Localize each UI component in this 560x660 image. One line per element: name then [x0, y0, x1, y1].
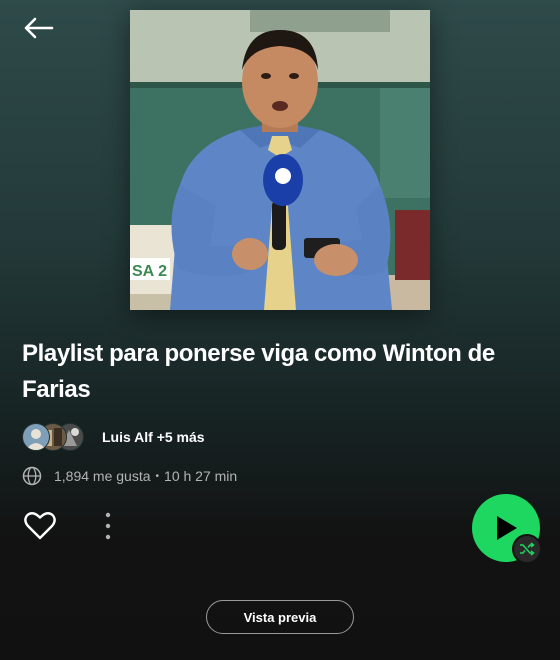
avatar [22, 423, 50, 451]
preview-button[interactable]: Vista previa [206, 600, 354, 634]
globe-icon [22, 466, 42, 486]
owners-label[interactable]: Luis Alf +5 más [102, 429, 205, 445]
more-options-icon [105, 512, 111, 540]
shuffle-button[interactable] [512, 534, 542, 564]
like-button[interactable] [22, 508, 58, 544]
playlist-owners[interactable]: Luis Alf +5 más [22, 422, 205, 452]
heart-icon [24, 512, 56, 540]
likes-count: 1,894 me gusta [54, 468, 151, 484]
playlist-duration: 10 h 27 min [164, 468, 238, 484]
more-options-button[interactable] [96, 508, 120, 544]
owner-avatars [22, 423, 92, 451]
shuffle-icon [520, 542, 535, 556]
playlist-cover-image: SA 2 [130, 10, 430, 310]
playlist-meta: 1,894 me gusta • 10 h 27 min [22, 464, 237, 488]
cover-sign-text: SA 2 [132, 263, 167, 280]
playlist-title: Playlist para ponerse viga como Winton d… [22, 340, 495, 403]
meta-separator: • [155, 470, 160, 482]
back-button[interactable] [18, 10, 58, 46]
back-arrow-icon [24, 17, 54, 39]
